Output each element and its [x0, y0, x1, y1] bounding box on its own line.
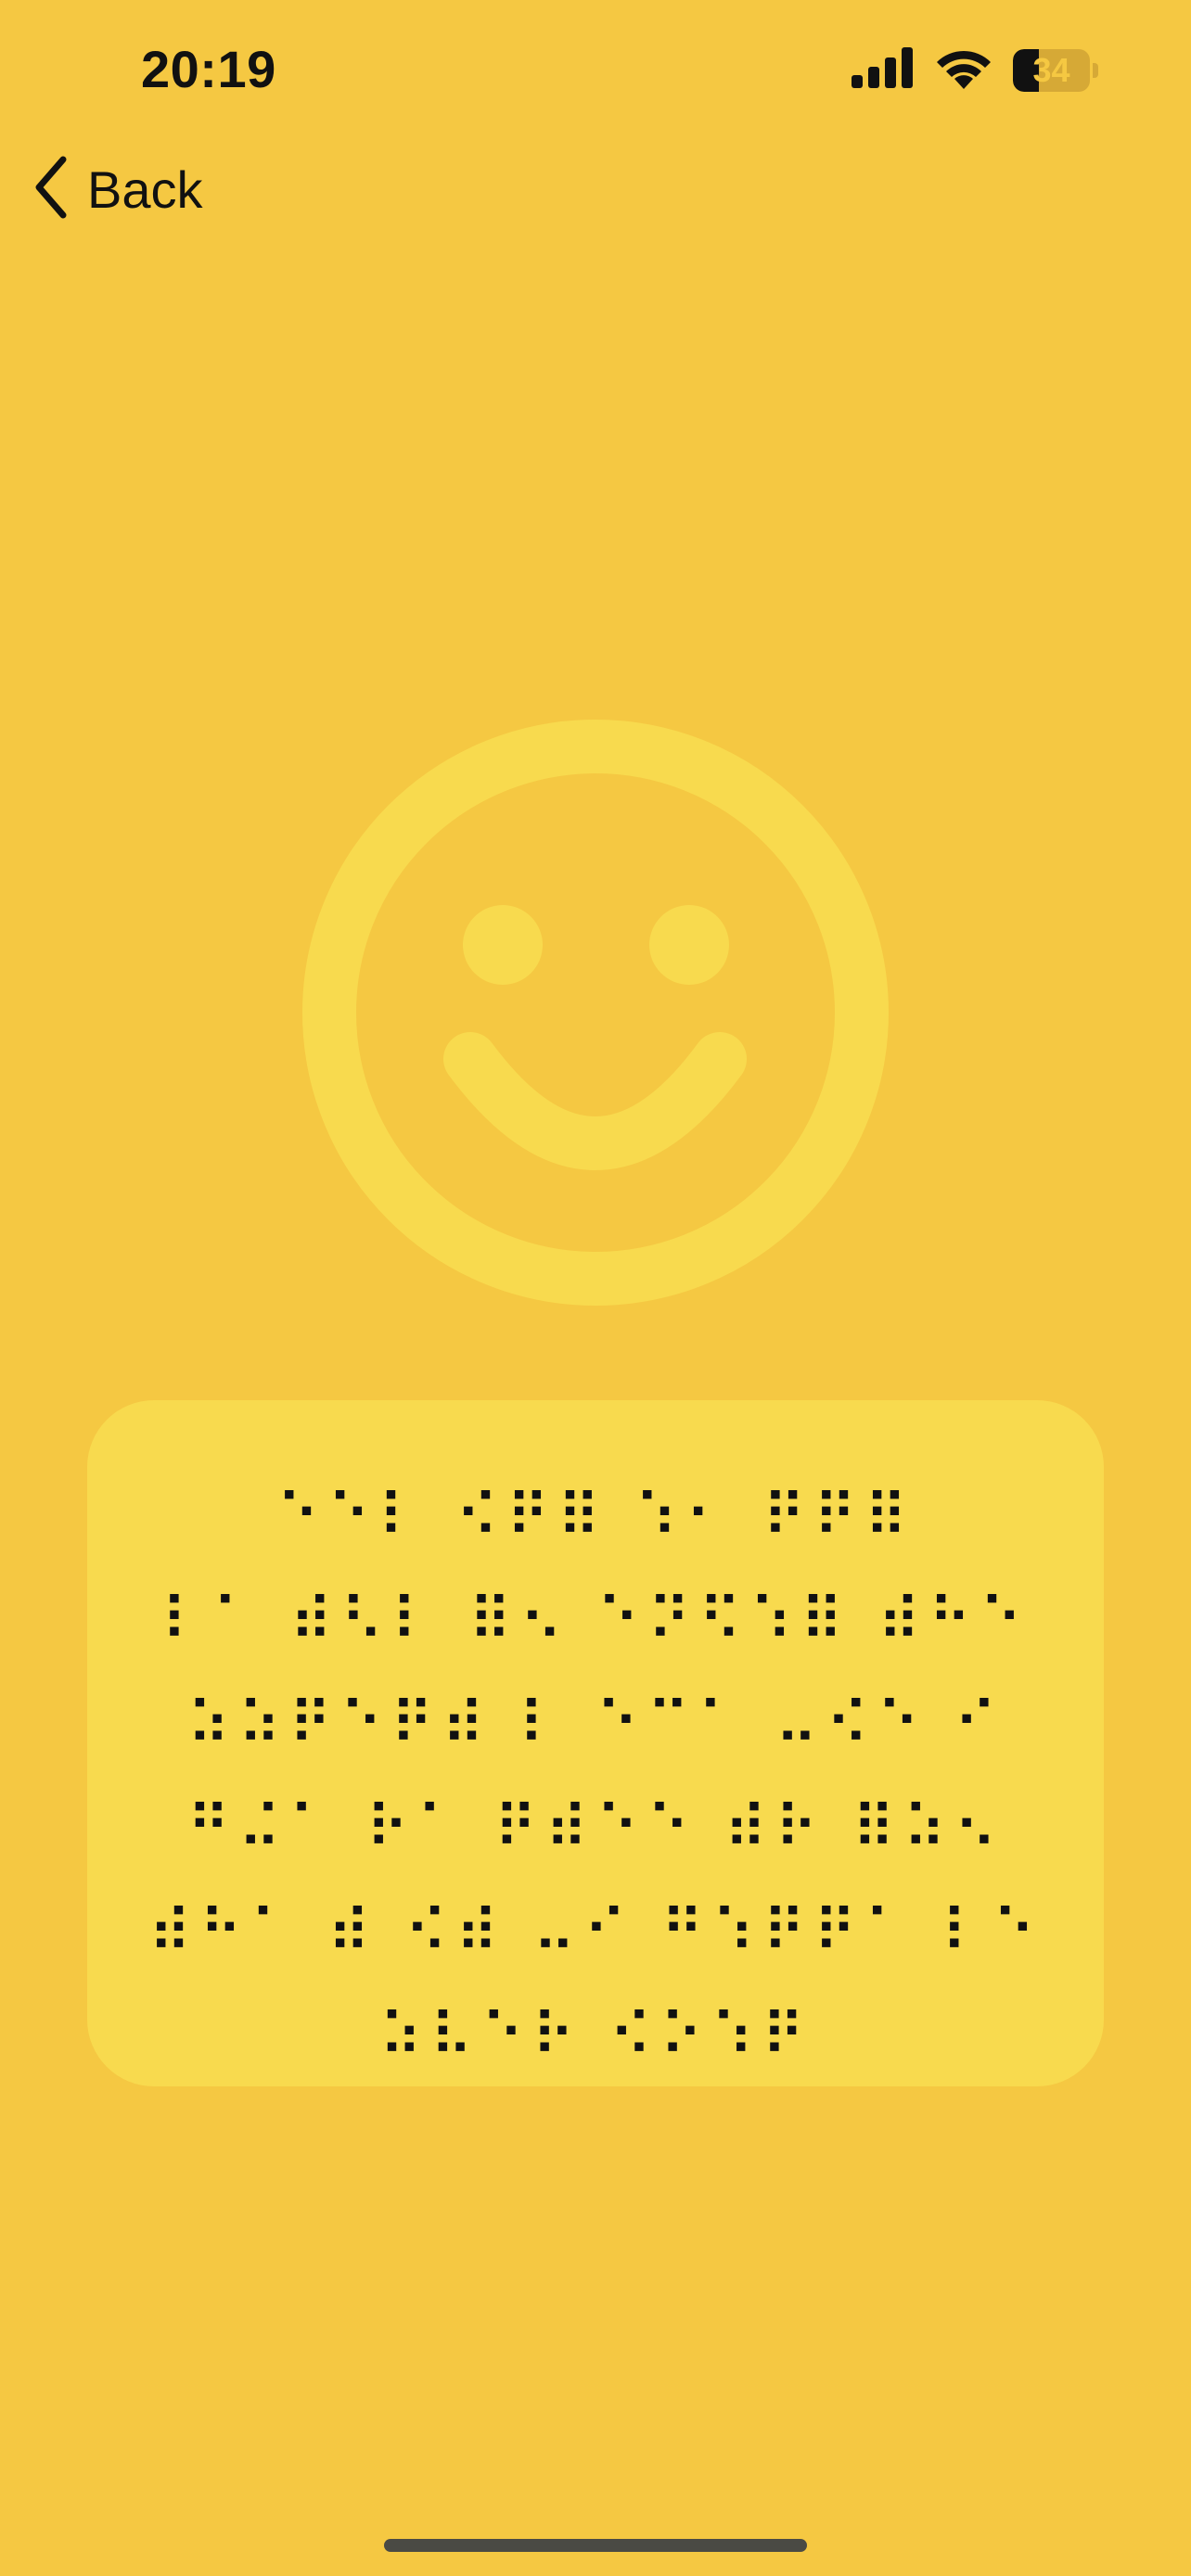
smiley-face-icon	[302, 720, 889, 1306]
braille-text: ⠑⠑⠇ ⠪⠟⠿ ⠱⠂ ⠟⠟⠿ ⠇⠁ ⠾⠣⠇ ⠿⠢ ⠑⠝⠫⠱⠿ ⠾⠓⠑ ⠵⠵⠟⠑⠟…	[87, 1465, 1104, 2088]
cellular-signal-icon	[852, 47, 915, 93]
braille-line: ⠛⠬⠁ ⠗⠁ ⠟⠾⠑⠑ ⠾⠗ ⠿⠵⠢	[186, 1794, 1005, 1863]
chevron-left-icon	[32, 156, 70, 223]
back-button[interactable]: Back	[32, 156, 203, 223]
braille-line: ⠑⠑⠇ ⠪⠟⠿ ⠱⠂ ⠟⠟⠿	[275, 1483, 916, 1551]
status-icons: 34	[852, 46, 1098, 94]
home-indicator[interactable]	[384, 2539, 807, 2552]
braille-card: ⠑⠑⠇ ⠪⠟⠿ ⠱⠂ ⠟⠟⠿ ⠇⠁ ⠾⠣⠇ ⠿⠢ ⠑⠝⠫⠱⠿ ⠾⠓⠑ ⠵⠵⠟⠑⠟…	[87, 1400, 1104, 2086]
battery-body: 34	[1013, 48, 1091, 92]
braille-line: ⠵⠧⠑⠗ ⠪⠕⠱⠟	[378, 2002, 813, 2071]
battery-icon: 34	[1013, 48, 1098, 92]
battery-level: 34	[1032, 50, 1070, 89]
braille-line: ⠾⠓⠁ ⠾ ⠪⠾ ⠤⠊ ⠛⠱⠟⠟⠁ ⠇⠑	[147, 1898, 1044, 1967]
back-label: Back	[87, 159, 203, 219]
braille-line: ⠵⠵⠟⠑⠟⠾ ⠇ ⠑⠉⠁ ⠤⠪⠑ ⠊	[186, 1690, 1005, 1759]
wifi-icon	[935, 46, 992, 94]
battery-tip	[1093, 62, 1098, 78]
status-time: 20:19	[141, 40, 276, 98]
status-bar: 20:19 34	[0, 0, 1191, 139]
braille-line: ⠇⠁ ⠾⠣⠇ ⠿⠢ ⠑⠝⠫⠱⠿ ⠾⠓⠑	[160, 1587, 1031, 1655]
